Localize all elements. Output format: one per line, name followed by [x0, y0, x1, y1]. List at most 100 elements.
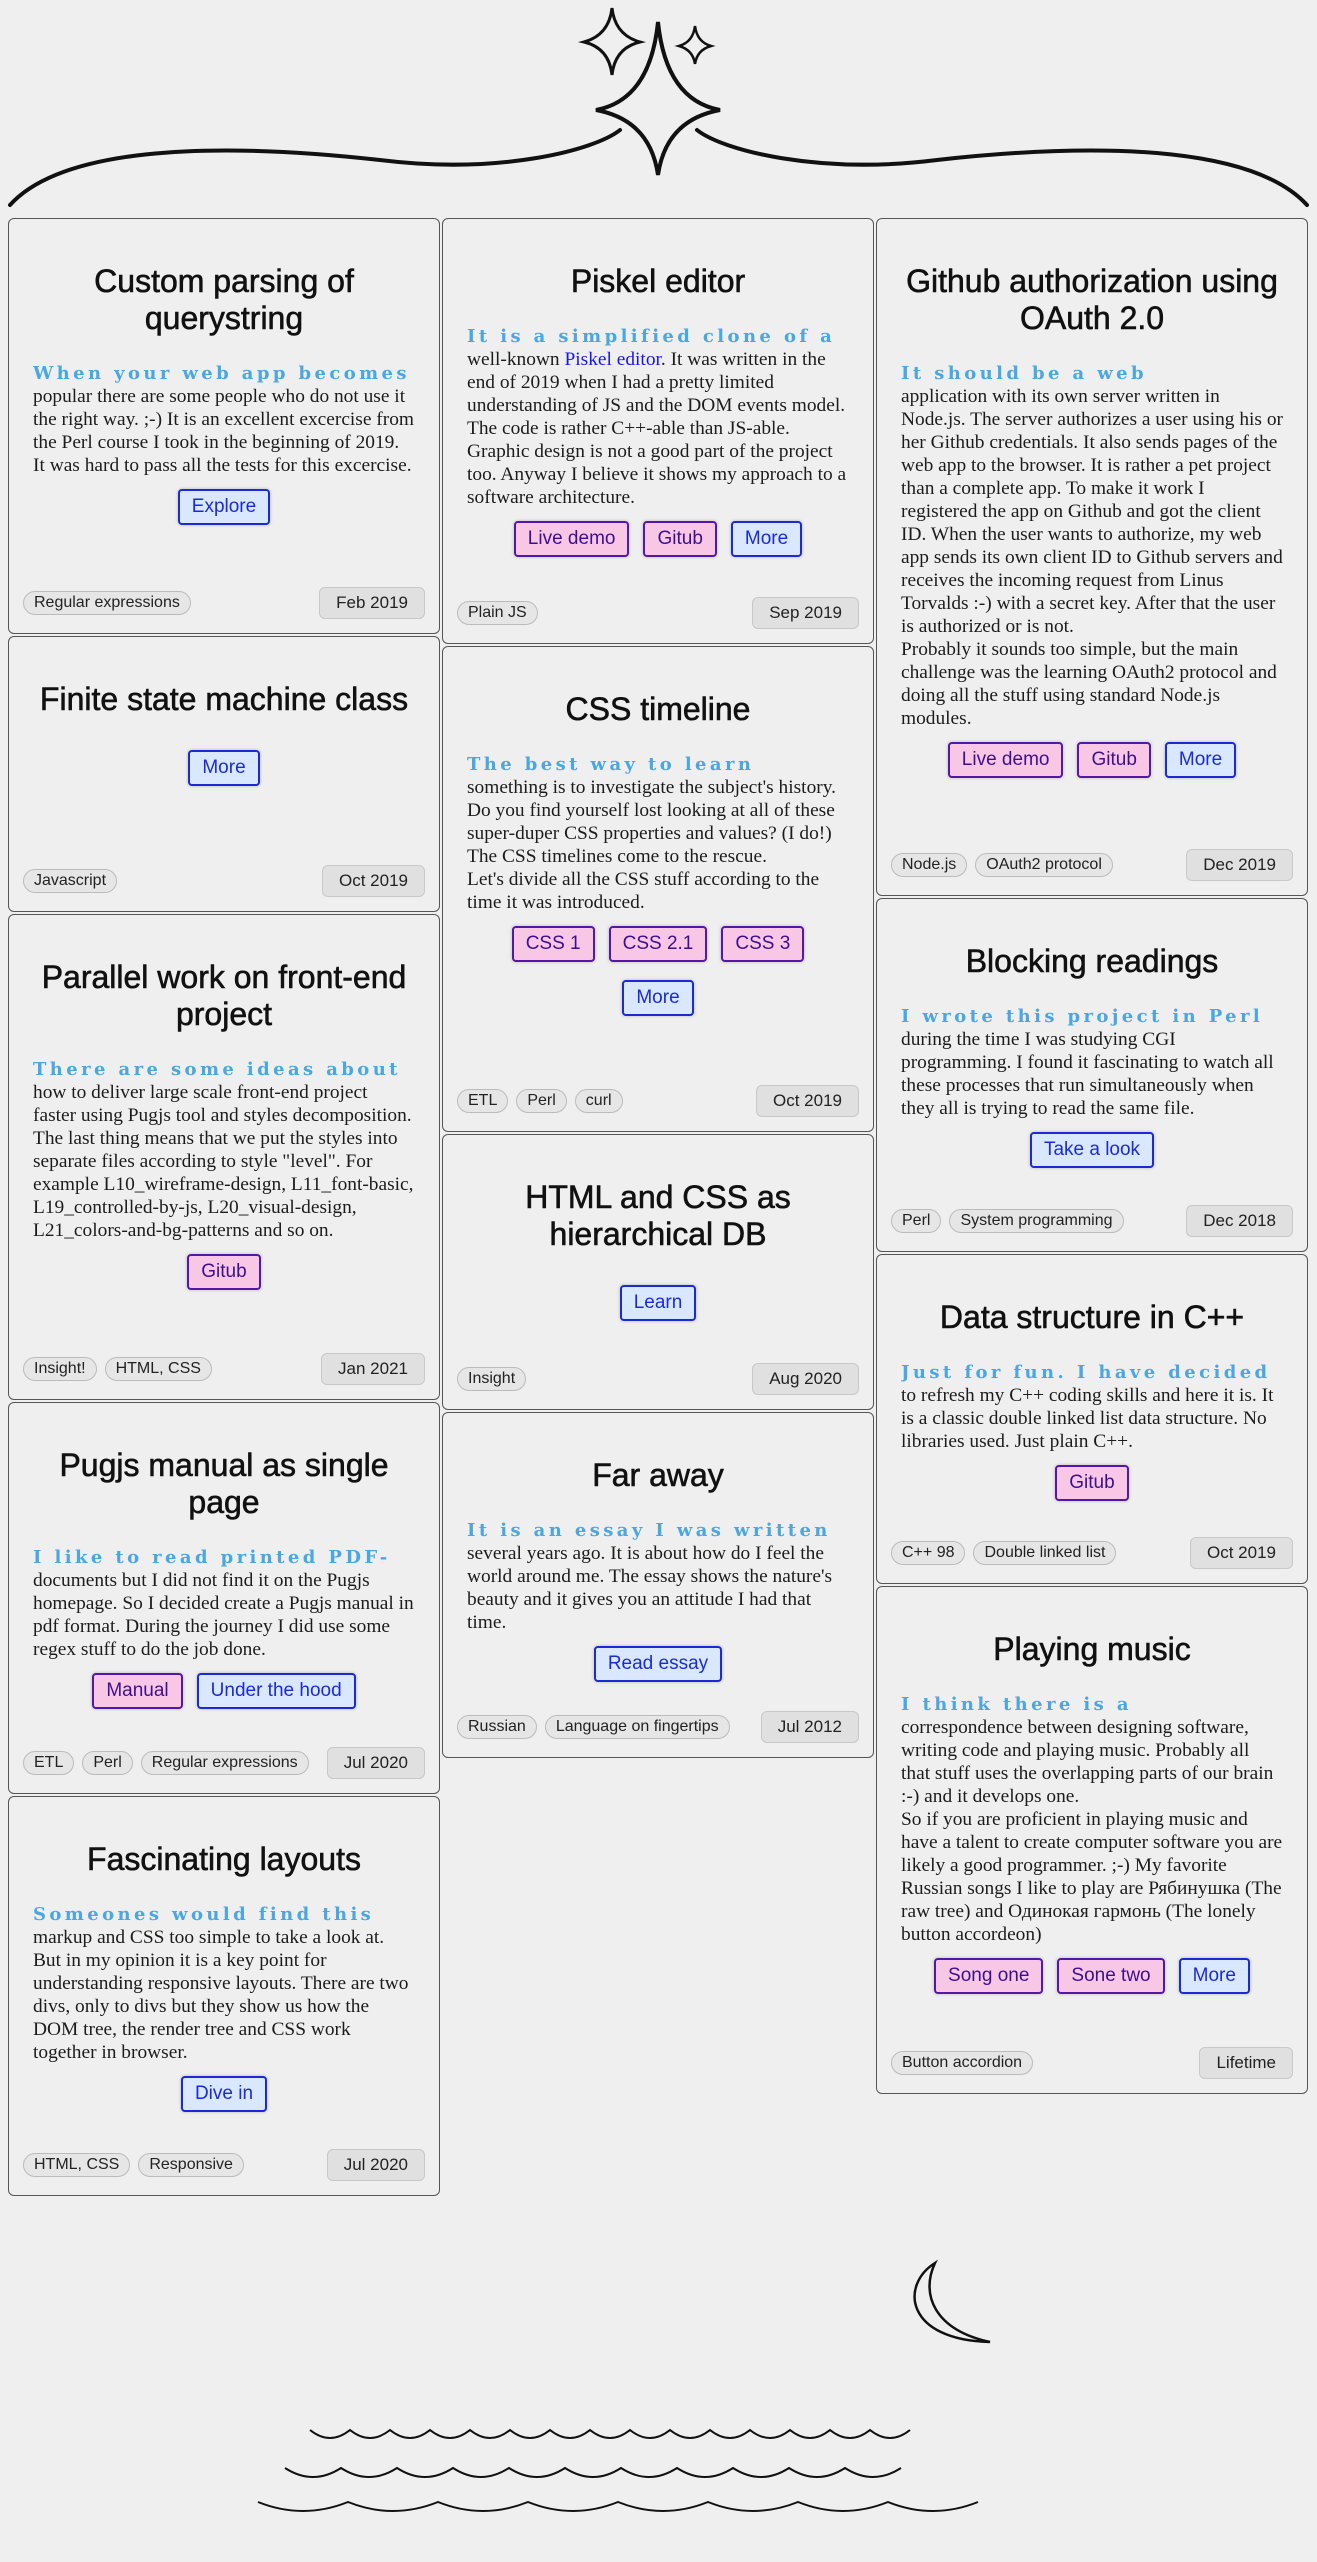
tag: System programming: [949, 1209, 1124, 1233]
crescent-moon-icon: [913, 2259, 991, 2344]
card-title: Data structure in C++: [939, 1299, 1245, 1336]
live-demo-button[interactable]: Live demo: [513, 521, 630, 557]
card-music: Playing music I think there is a corresp…: [876, 1586, 1308, 2094]
css1-button[interactable]: CSS 1: [511, 926, 595, 962]
card-lead: Someones would find this: [33, 1904, 375, 1925]
card-fsm: Finite state machine class More Javascri…: [8, 636, 440, 912]
more-button[interactable]: More: [188, 750, 260, 786]
card-title: Fascinating layouts: [87, 1841, 362, 1878]
github-button[interactable]: Gitub: [187, 1254, 261, 1290]
learn-button[interactable]: Learn: [619, 1285, 697, 1321]
date-badge: Jul 2012: [760, 1711, 859, 1743]
tag: Perl: [516, 1089, 567, 1113]
song-one-button[interactable]: Song one: [934, 1958, 1044, 1994]
card-text: how to deliver large scale front-end pro…: [33, 1082, 414, 1241]
card-parallel: Parallel work on front-end project There…: [8, 914, 440, 1400]
card-layouts: Fascinating layouts Someones would find …: [8, 1796, 440, 2196]
tag: Javascript: [23, 869, 118, 893]
tag: Regular expressions: [140, 1751, 309, 1775]
card-text: well-known Piskel editor. It was written…: [467, 349, 847, 508]
dive-in-button[interactable]: Dive in: [180, 2076, 268, 2112]
card-lead: There are some ideas about: [33, 1059, 401, 1080]
date-badge: Aug 2020: [752, 1363, 859, 1395]
date-badge: Oct 2019: [756, 1085, 859, 1117]
card-title: CSS timeline: [565, 691, 751, 728]
waves-icon: [257, 2428, 979, 2512]
more-button[interactable]: More: [1178, 1958, 1250, 1994]
card-lead: When your web app becomes: [33, 363, 410, 384]
more-button[interactable]: More: [622, 980, 694, 1016]
card-lead: It is a simplified clone of a: [467, 326, 836, 347]
tag: ETL: [23, 1751, 75, 1775]
card-text-2: So if you are proficient in playing musi…: [901, 1809, 1283, 1945]
card-title: Pugjs manual as single page: [59, 1447, 389, 1521]
date-badge: Lifetime: [1199, 2047, 1293, 2079]
more-button[interactable]: More: [1164, 742, 1237, 778]
card-text-2: Let's divide all the CSS stuff according…: [467, 869, 820, 913]
card-pugjs: Pugjs manual as single page I like to re…: [8, 1402, 440, 1794]
card-title: Far away: [592, 1457, 724, 1494]
card-title: Parallel work on front-end project: [41, 959, 407, 1033]
date-badge: Dec 2019: [1186, 849, 1293, 881]
star-icon-small: [674, 25, 716, 65]
tag: Insight: [457, 1367, 527, 1391]
github-button[interactable]: Gitub: [643, 521, 717, 557]
card-title: HTML and CSS as hierarchical DB: [525, 1179, 791, 1253]
github-button[interactable]: Gitub: [1055, 1465, 1129, 1501]
card-lead: The best way to learn: [467, 754, 755, 775]
card-lead: It should be a web: [901, 363, 1147, 384]
card-lead: I think there is a: [901, 1694, 1132, 1715]
read-essay-button[interactable]: Read essay: [593, 1646, 723, 1682]
card-oauth: Github authorization using OAuth 2.0 It …: [876, 218, 1308, 896]
card-title: Blocking readings: [965, 943, 1219, 980]
card-title: Custom parsing of querystring: [94, 263, 354, 337]
card-lead: I like to read printed PDF-: [33, 1547, 391, 1568]
date-badge: Sep 2019: [752, 597, 859, 629]
tag: Double linked list: [973, 1541, 1117, 1565]
tag: Russian: [457, 1715, 537, 1739]
song-two-button[interactable]: Sone two: [1057, 1958, 1165, 1994]
css21-button[interactable]: CSS 2.1: [608, 926, 708, 962]
tag: curl: [574, 1089, 623, 1113]
card-piskel: Piskel editor It is a simplified clone o…: [442, 218, 874, 644]
tag: HTML, CSS: [104, 1357, 212, 1381]
star-icon-medium: [578, 7, 646, 76]
card-text: application with its own server written …: [901, 386, 1283, 637]
card-datastruct: Data structure in C++ Just for fun. I ha…: [876, 1254, 1308, 1584]
card-hierarchical: HTML and CSS as hierarchical DB Learn In…: [442, 1134, 874, 1410]
card-lead: It is an essay I was written: [467, 1520, 831, 1541]
tag: Responsive: [138, 2153, 244, 2177]
card-text: documents but I did not find it on the P…: [33, 1570, 414, 1660]
card-text: markup and CSS too simple to take a look…: [33, 1927, 409, 2063]
manual-button[interactable]: Manual: [92, 1673, 183, 1709]
date-badge: Jul 2020: [326, 2149, 425, 2181]
date-badge: Jan 2021: [321, 1353, 425, 1385]
card-title: Github authorization using OAuth 2.0: [906, 263, 1278, 337]
footer-decoration: [257, 2259, 991, 2512]
tag: Node.js: [891, 853, 968, 877]
tag: ETL: [457, 1089, 509, 1113]
css3-button[interactable]: CSS 3: [721, 926, 805, 962]
date-badge: Jul 2020: [326, 1747, 425, 1779]
card-text: to refresh my C++ coding skills and here…: [901, 1385, 1274, 1452]
card-text-2: Probably it sounds too simple, but the m…: [901, 639, 1277, 729]
take-a-look-button[interactable]: Take a look: [1029, 1132, 1155, 1168]
tag: Plain JS: [457, 601, 538, 625]
card-text: popular there are some people who do not…: [33, 386, 415, 476]
card-text: several years ago. It is about how do I …: [467, 1543, 833, 1633]
date-badge: Dec 2018: [1186, 1205, 1293, 1237]
github-button[interactable]: Gitub: [1077, 742, 1151, 778]
card-lead: I wrote this project in Perl: [901, 1006, 1264, 1027]
explore-button[interactable]: Explore: [177, 489, 271, 525]
under-the-hood-button[interactable]: Under the hood: [196, 1673, 356, 1709]
arch-line-right: [695, 128, 1309, 207]
live-demo-button[interactable]: Live demo: [947, 742, 1064, 778]
card-timeline: CSS timeline The best way to learn somet…: [442, 646, 874, 1132]
piskel-editor-link[interactable]: Piskel editor: [564, 349, 660, 370]
more-button[interactable]: More: [730, 521, 803, 557]
card-title: Piskel editor: [570, 263, 746, 300]
tag: C++ 98: [891, 1541, 966, 1565]
card-text: something is to investigate the subject'…: [467, 777, 836, 867]
tag: OAuth2 protocol: [975, 853, 1113, 877]
tag: HTML, CSS: [23, 2153, 131, 2177]
